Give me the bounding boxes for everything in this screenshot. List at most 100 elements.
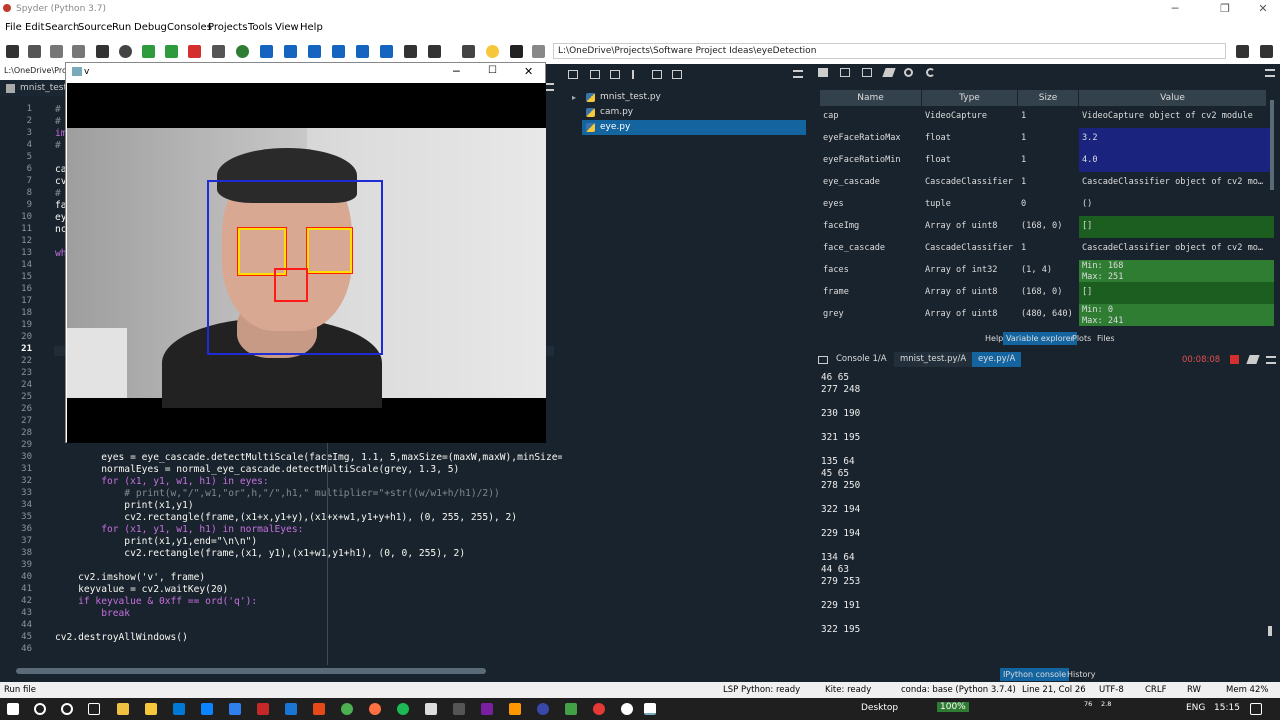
- run-cell-icon[interactable]: [165, 45, 178, 58]
- files-tool-icon[interactable]: [568, 70, 578, 79]
- horizontal-scrollbar[interactable]: [16, 668, 486, 674]
- tab-history[interactable]: History: [1064, 668, 1098, 681]
- code-line[interactable]: normalEyes = normal_eye_cascade.detectMu…: [55, 464, 459, 475]
- console-options-icon[interactable]: [1266, 356, 1276, 364]
- desktop-label[interactable]: Desktop: [861, 703, 898, 713]
- code-line[interactable]: if keyvalue & 0xff == ord('q'):: [55, 596, 257, 607]
- tab-plots[interactable]: Plots: [1069, 332, 1094, 345]
- variable-row[interactable]: face_cascade CascadeClassifier 1 CascadeCla…: [820, 238, 1278, 260]
- opencv-window-titlebar[interactable]: v ─ ☐ ✕: [66, 63, 547, 83]
- app-icon-2[interactable]: [425, 703, 437, 715]
- working-directory-field[interactable]: L:\OneDrive\Projects\Software Project Id…: [553, 43, 1226, 59]
- run-icon[interactable]: [142, 45, 155, 58]
- code-line[interactable]: for (x1, y1, w1, h1) in eyes:: [55, 476, 269, 487]
- search-taskbar-icon[interactable]: [34, 703, 46, 715]
- code-line[interactable]: break: [55, 608, 130, 619]
- app-icon-7[interactable]: [621, 703, 633, 715]
- menu-tools[interactable]: Tools: [248, 22, 273, 33]
- code-line[interactable]: keyvalue = cv2.waitKey(20): [55, 584, 228, 595]
- app-icon[interactable]: [313, 703, 325, 715]
- popup-minimize-button[interactable]: ─: [453, 65, 460, 78]
- tree-expand-icon[interactable]: ▸: [572, 93, 576, 102]
- code-line[interactable]: # print(w,"/",w1,"or",h,"/",h1," multipl…: [55, 488, 499, 499]
- menu-help[interactable]: Help: [300, 22, 323, 33]
- file-item-selected[interactable]: eye.py: [582, 120, 806, 135]
- variable-row[interactable]: eye_cascade CascadeClassifier 1 CascadeClas…: [820, 172, 1278, 194]
- app-icon-3[interactable]: [453, 703, 465, 715]
- parent-dir-icon[interactable]: [1260, 45, 1273, 58]
- debug-icon[interactable]: [260, 45, 273, 58]
- tab-variable-explorer[interactable]: Variable explorer: [1003, 332, 1077, 345]
- clear-console-icon[interactable]: [1246, 355, 1260, 364]
- menu-run[interactable]: Run: [112, 22, 131, 33]
- variable-row[interactable]: grey Array of uint8 (480, 640) Min: 0 Max: …: [820, 304, 1278, 326]
- notification-icon[interactable]: [1250, 703, 1262, 715]
- opencv-window[interactable]: v ─ ☐ ✕: [65, 62, 546, 443]
- new-file-icon[interactable]: [6, 45, 19, 58]
- python-path-icon[interactable]: [486, 45, 499, 58]
- popup-maximize-button[interactable]: ☐: [488, 65, 497, 76]
- popup-close-button[interactable]: ✕: [524, 65, 533, 78]
- menu-file[interactable]: File: [5, 22, 22, 33]
- maximize-button[interactable]: ❐: [1210, 2, 1240, 16]
- tab-mnist-console[interactable]: mnist_test.py/A: [894, 352, 973, 367]
- file-explorer-icon[interactable]: [117, 703, 129, 715]
- files-new-icon[interactable]: [590, 70, 600, 79]
- sticky-notes-icon[interactable]: [145, 703, 157, 715]
- wrench-icon[interactable]: [462, 45, 475, 58]
- variable-row[interactable]: eyeFaceRatioMin float 1 4.0: [820, 150, 1278, 172]
- app-icon-5[interactable]: [537, 703, 549, 715]
- menu-search[interactable]: Search: [45, 22, 79, 33]
- menu-view[interactable]: View: [275, 22, 299, 33]
- windows-start-icon[interactable]: [7, 703, 19, 715]
- menu-debug[interactable]: Debug: [134, 22, 167, 33]
- column-header-size[interactable]: Size: [1018, 90, 1078, 106]
- spyder-taskbar-icon[interactable]: [593, 703, 605, 715]
- maximize-pane-icon[interactable]: [404, 45, 417, 58]
- cortana-icon[interactable]: [61, 703, 73, 715]
- save-icon[interactable]: [50, 45, 63, 58]
- files-copy-icon[interactable]: [610, 70, 620, 79]
- file-item[interactable]: cam.py: [582, 105, 806, 120]
- run-cell-advance-icon[interactable]: [188, 45, 201, 58]
- spotify-icon[interactable]: [397, 703, 409, 715]
- code-line[interactable]: cv2.rectangle(frame,(x1+x,y1+y),(x1+x+w1…: [55, 512, 517, 523]
- files-up-icon[interactable]: [632, 70, 640, 79]
- save-data-icon[interactable]: [840, 68, 850, 77]
- minimize-button[interactable]: ─: [1160, 2, 1190, 16]
- variable-row[interactable]: faceImg Array of uint8 (168, 0)[]: [820, 216, 1278, 238]
- tab-console-1[interactable]: Console 1/A: [830, 352, 893, 367]
- files-expand-icon[interactable]: [672, 70, 682, 79]
- fullscreen-icon[interactable]: [428, 45, 441, 58]
- store-icon[interactable]: [173, 703, 185, 715]
- import-data-icon[interactable]: [818, 68, 828, 77]
- variable-row[interactable]: frame Array of uint8 (168, 0)[]: [820, 282, 1278, 304]
- tab-ipython-console[interactable]: IPython console: [1000, 668, 1070, 681]
- variable-row[interactable]: cap VideoCapture 1 VideoCapture object of c…: [820, 106, 1278, 128]
- language-indicator[interactable]: ENG: [1186, 703, 1205, 713]
- file-item[interactable]: mnist_test.py: [582, 90, 806, 105]
- variable-row[interactable]: eyes tuple 0(): [820, 194, 1278, 216]
- list-icon[interactable]: [96, 45, 109, 58]
- continue-icon[interactable]: [356, 45, 369, 58]
- tab-files[interactable]: Files: [1094, 332, 1118, 345]
- varexp-scrollbar[interactable]: [1270, 100, 1274, 190]
- word-icon[interactable]: [285, 703, 297, 715]
- mail-icon[interactable]: [201, 703, 213, 715]
- variable-row[interactable]: faces Array of int32 (1, 4) Min: 168 Max: 2…: [820, 260, 1278, 282]
- app-icon-6[interactable]: [565, 703, 577, 715]
- open-file-icon[interactable]: [28, 45, 41, 58]
- rerun-icon[interactable]: [236, 45, 249, 58]
- menu-source[interactable]: Source: [78, 22, 112, 33]
- code-line[interactable]: cv2.rectangle(frame,(x1, y1),(x1+w1,y1+h…: [55, 548, 465, 559]
- forward-arrow-icon[interactable]: [532, 45, 545, 58]
- firefox-icon[interactable]: [369, 703, 381, 715]
- acrobat-icon[interactable]: [257, 703, 269, 715]
- step-icon[interactable]: [284, 45, 297, 58]
- stop-debug-icon[interactable]: [380, 45, 393, 58]
- step-return-icon[interactable]: [332, 45, 345, 58]
- editor-options-icon[interactable]: [545, 83, 554, 91]
- visual-studio-icon[interactable]: [481, 703, 493, 715]
- search-icon[interactable]: [904, 68, 913, 77]
- console-scrollbar[interactable]: [1268, 626, 1272, 636]
